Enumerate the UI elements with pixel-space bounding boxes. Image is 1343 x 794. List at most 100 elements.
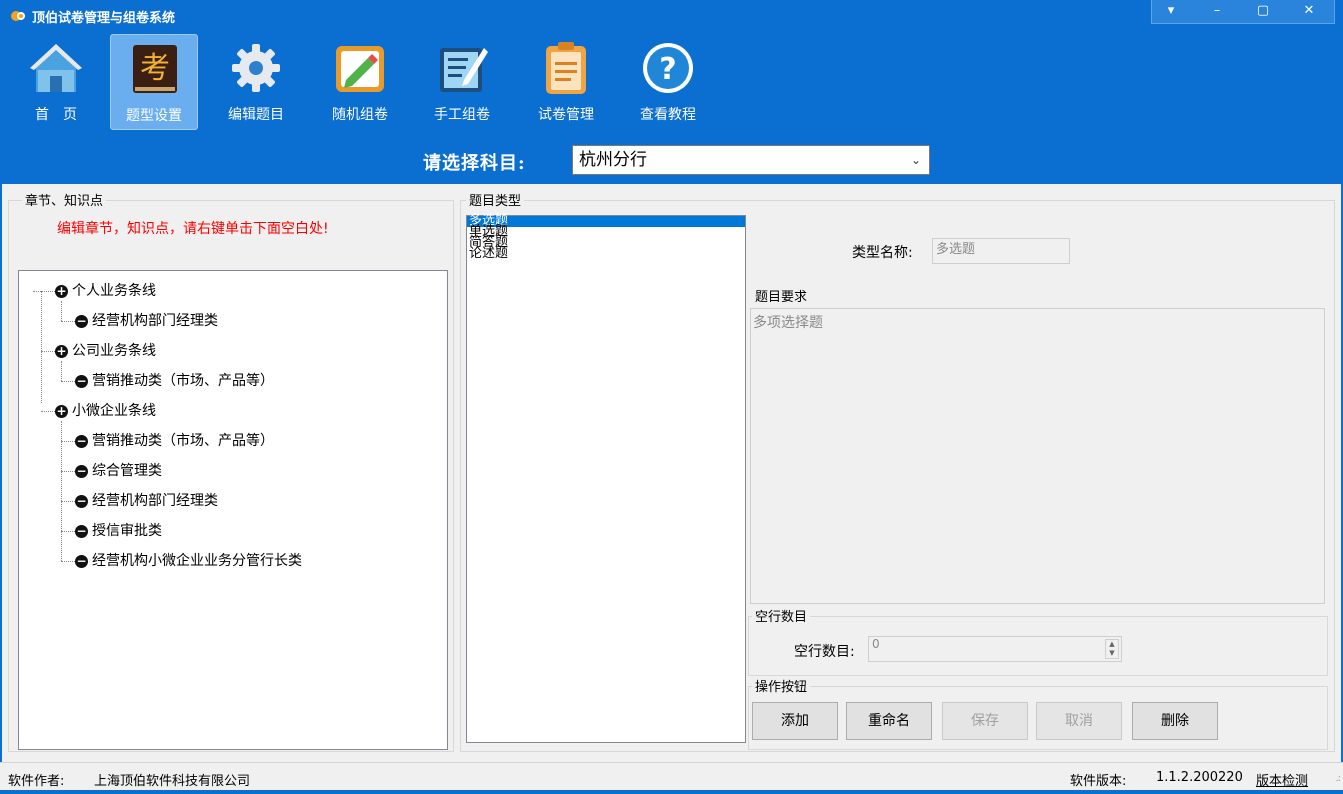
blank-lines-label: 空行数目: [794,641,855,661]
list-item[interactable]: 简答题 [467,238,745,249]
pencil-paper-icon [332,40,388,96]
svg-text:考: 考 [140,51,170,86]
title-bar: 顶伯试卷管理与组卷系统 ▾ – ▢ ✕ [0,0,1343,32]
requirement-group-title: 题目要求 [752,286,810,305]
tree-guide-line [61,301,62,321]
list-item[interactable]: 论述题 [467,249,745,260]
toolbar-paper-manage-button[interactable]: 试卷管理 [522,34,610,130]
collapse-minus-icon: − [75,315,88,328]
ops-group-title: 操作按钮 [752,676,810,695]
toolbar-label: 题型设置 [111,105,197,125]
blank-lines-value: 0 [872,637,880,651]
toolbar-home-button[interactable]: 首 页 [12,34,100,130]
tree-guide-line [41,411,55,412]
chevron-down-icon: ⌄ [911,146,921,174]
toolbar-label: 试卷管理 [522,104,610,124]
svg-text:?: ? [659,52,676,87]
collapse-minus-icon: − [75,555,88,568]
collapse-minus-icon: − [75,525,88,538]
toolbar-label: 查看教程 [624,104,712,124]
cancel-button[interactable]: 取消 [1036,702,1122,740]
type-name-field[interactable]: 多选题 [932,238,1070,264]
list-item[interactable]: 单选题 [467,227,745,238]
add-button[interactable]: 添加 [752,702,838,740]
tree-guide-line [61,441,75,442]
tree-node-label: 营销推动类（市场、产品等） [92,371,274,391]
tree-node-label: 营销推动类（市场、产品等） [92,431,274,451]
chapter-tree[interactable]: + 个人业务条线 − 经营机构部门经理类 + 公司业务条线 − 营销推动类（市场… [18,270,448,750]
tree-node-label: 经营机构小微企业业务分管行长类 [92,551,302,571]
collapse-minus-icon: − [75,465,88,478]
help-icon: ? [640,40,696,96]
tree-guide-line [61,421,62,561]
tree-guide-line [61,531,75,532]
clipboard-icon [538,40,594,96]
expand-plus-icon[interactable]: + [55,285,68,298]
expand-plus-icon[interactable]: + [55,345,68,358]
app-logo-icon [10,9,26,23]
requirement-textarea[interactable]: 多项选择题 [750,308,1325,604]
collapse-minus-icon: − [75,495,88,508]
subject-select-value: 杭州分行 [579,150,647,170]
resize-grip-icon[interactable]: .: [1335,773,1340,784]
window-title: 顶伯试卷管理与组卷系统 [32,7,175,26]
close-icon[interactable]: ✕ [1290,0,1328,22]
tree-guide-line [33,291,55,292]
tree-node-label: 经营机构部门经理类 [92,491,218,511]
version-value: 1.1.2.200220 [1156,770,1243,785]
tree-node-label: 小微企业条线 [72,401,156,421]
maximize-icon[interactable]: ▢ [1244,0,1282,22]
window-controls: ▾ – ▢ ✕ [1151,0,1335,24]
toolbar-label: 随机组卷 [316,104,404,124]
stepper-arrows-icon[interactable]: ▲▼ [1105,639,1119,659]
tree-guide-line [61,361,62,381]
toolbar-random-paper-button[interactable]: 随机组卷 [316,34,404,130]
tree-node-label: 经营机构部门经理类 [92,311,218,331]
list-item[interactable]: 多选题 [467,216,745,227]
toolbar-edit-questions-button[interactable]: 编辑题目 [212,34,300,130]
window-bottom-border [0,790,1343,794]
expand-plus-icon[interactable]: + [55,405,68,418]
author-label: 软件作者: [8,770,64,789]
collapse-minus-icon: − [75,375,88,388]
tree-node-label: 授信审批类 [92,521,162,541]
subject-row: 请选择科目: 杭州分行 ⌄ [0,140,1343,182]
toolbar-label: 首 页 [12,104,100,124]
edit-doc-icon [434,40,490,96]
menu-dropdown-icon[interactable]: ▾ [1152,0,1190,22]
collapse-minus-icon: − [75,435,88,448]
tree-node-label: 公司业务条线 [72,341,156,361]
tree-guide-line [61,321,75,322]
main-panel: 章节、知识点 编辑章节，知识点，请右键单击下面空白处! + 个人业务条线 − 经… [2,184,1341,762]
blank-lines-stepper[interactable]: 0 ▲▼ [868,636,1122,662]
main-toolbar: 首 页 考 题型设置 编辑题目 随机组卷 [0,32,1343,140]
minimize-icon[interactable]: – [1198,0,1236,22]
save-button[interactable]: 保存 [942,702,1028,740]
tree-guide-line [41,351,55,352]
chapters-hint: 编辑章节，知识点，请右键单击下面空白处! [57,218,329,238]
tree-guide-line [41,291,42,403]
blank-lines-group-title: 空行数目 [752,606,810,625]
subject-select[interactable]: 杭州分行 ⌄ [572,145,930,175]
toolbar-manual-paper-button[interactable]: 手工组卷 [418,34,506,130]
types-group-title: 题目类型 [466,190,524,209]
gear-icon [228,40,284,96]
kao-book-icon: 考 [127,41,183,97]
delete-button[interactable]: 删除 [1132,702,1218,740]
subject-label: 请选择科目: [423,149,526,175]
tree-node-label: 个人业务条线 [72,281,156,301]
author-value: 上海顶伯软件科技有限公司 [94,770,250,789]
rename-button[interactable]: 重命名 [846,702,932,740]
type-name-label: 类型名称: [852,242,913,262]
toolbar-type-settings-button[interactable]: 考 题型设置 [110,34,198,130]
question-type-list[interactable]: 多选题 单选题 简答题 论述题 [466,215,746,743]
chapters-group-title: 章节、知识点 [22,190,106,209]
toolbar-label: 编辑题目 [212,104,300,124]
tree-node-label: 综合管理类 [92,461,162,481]
version-check-link[interactable]: 版本检测 [1256,770,1308,789]
version-label: 软件版本: [1070,770,1126,789]
toolbar-tutorial-button[interactable]: ? 查看教程 [624,34,712,130]
home-icon [28,40,84,96]
tree-guide-line [61,471,75,472]
tree-guide-line [61,561,75,562]
